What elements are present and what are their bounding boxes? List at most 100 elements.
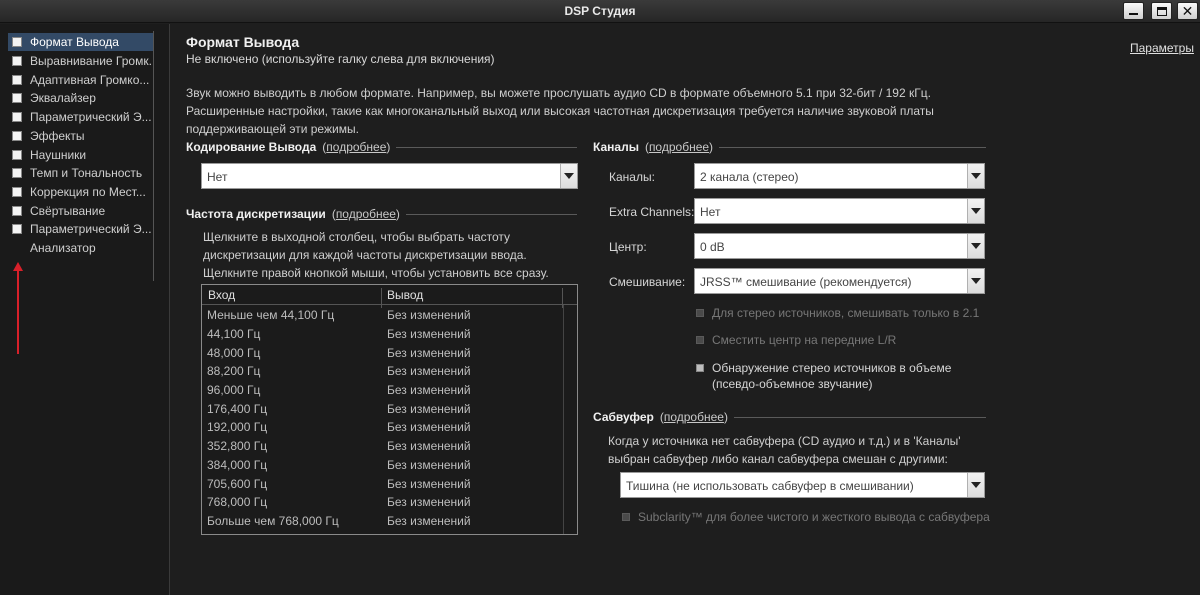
cell-output[interactable]: Без изменений — [387, 458, 471, 472]
dropdown-button[interactable] — [560, 164, 577, 188]
table-scrollbar[interactable] — [563, 305, 577, 534]
more-link[interactable]: подробнее — [664, 410, 724, 424]
sidebar-item-label: Параметрический Э... — [30, 110, 152, 124]
table-row[interactable]: 96,000 Гц Без изменений — [202, 381, 562, 400]
section-title: Частота дискретизации — [186, 207, 326, 221]
enable-checkbox[interactable] — [12, 150, 22, 160]
cell-output[interactable]: Без изменений — [387, 402, 471, 416]
sidebar-item-label: Формат Вывода — [30, 35, 119, 49]
select-value: Тишина (не использовать сабвуфер в смеши… — [626, 479, 914, 493]
chevron-down-icon — [564, 173, 574, 179]
more-link[interactable]: подробнее — [649, 140, 709, 154]
select-value: Нет — [700, 205, 721, 219]
main-panel: Формат Вывода Не включено (используйте г… — [171, 24, 1200, 595]
stereo-21-checkbox[interactable]: Для стерео источников, смешивать только … — [696, 305, 979, 321]
enable-checkbox[interactable] — [12, 56, 22, 66]
sidebar-item-volume-leveling[interactable]: Выравнивание Громк... — [8, 52, 153, 70]
table-row[interactable]: Меньше чем 44,100 Гц Без изменений — [202, 306, 562, 325]
dropdown-button[interactable] — [967, 269, 984, 293]
cell-output[interactable]: Без изменений — [387, 420, 471, 434]
table-row[interactable]: 48,000 Гц Без изменений — [202, 344, 562, 363]
close-icon: ✕ — [1181, 3, 1194, 19]
enable-checkbox[interactable] — [12, 37, 22, 47]
cell-output[interactable]: Без изменений — [387, 346, 471, 360]
center-select[interactable]: 0 dB — [694, 233, 985, 259]
more-link[interactable]: подробнее — [336, 207, 396, 221]
sidebar-item-label: Свёртывание — [30, 204, 106, 218]
sidebar-item-effects[interactable]: Эффекты — [8, 127, 153, 145]
desc-line: Щелкните в выходной столбец, чтобы выбра… — [203, 230, 511, 244]
table-row[interactable]: 352,800 Гц Без изменений — [202, 437, 562, 456]
table-row[interactable]: 192,000 Гц Без изменений — [202, 418, 562, 437]
stereo-detect-checkbox[interactable]: Обнаружение стерео источников в объеме (… — [696, 360, 951, 392]
desc-line: выбран сабвуфер либо канал сабвуфера сме… — [608, 452, 948, 466]
select-value: JRSS™ смешивание (рекомендуется) — [700, 275, 912, 289]
enable-checkbox[interactable] — [12, 206, 22, 216]
table-row[interactable]: 88,200 Гц Без изменений — [202, 362, 562, 381]
cell-input: 176,400 Гц — [207, 402, 268, 416]
samplerate-table: Вход Вывод Меньше чем 44,100 Гц Без измен… — [201, 284, 578, 535]
cell-input: Меньше чем 44,100 Гц — [207, 308, 335, 322]
dropdown-button[interactable] — [967, 234, 984, 258]
dropdown-button[interactable] — [967, 164, 984, 188]
dropdown-button[interactable] — [967, 199, 984, 223]
table-row[interactable]: 768,000 Гц Без изменений — [202, 493, 562, 512]
desc-line: Когда у источника нет сабвуфера (CD ауди… — [608, 434, 961, 448]
enable-checkbox[interactable] — [12, 75, 22, 85]
sidebar-item-headphones[interactable]: Наушники — [8, 146, 153, 164]
sidebar-item-room-correction[interactable]: Коррекция по Мест... — [8, 183, 153, 201]
sidebar-item-tempo-pitch[interactable]: Темп и Тональность — [8, 164, 153, 182]
sidebar-item-parametric-eq-2[interactable]: Параметрический Э... — [8, 220, 153, 238]
intro-text: Звук можно выводить в любом формате. Нап… — [186, 84, 956, 138]
table-row[interactable]: Больше чем 768,000 Гц Без изменений — [202, 512, 562, 531]
sidebar-item-parametric-eq[interactable]: Параметрический Э... — [8, 108, 153, 126]
sidebar-item-analyzer[interactable]: Анализатор — [8, 239, 153, 257]
table-row[interactable]: 176,400 Гц Без изменений — [202, 400, 562, 419]
section-title: Сабвуфер — [593, 410, 654, 424]
dropdown-button[interactable] — [967, 473, 984, 497]
minimize-icon — [1129, 13, 1138, 15]
maximize-button[interactable] — [1151, 2, 1172, 20]
enable-checkbox[interactable] — [12, 112, 22, 122]
subclarity-checkbox[interactable]: Subclarity™ для более чистого и жесткого… — [622, 509, 990, 525]
cell-output[interactable]: Без изменений — [387, 495, 471, 509]
center-to-lr-checkbox[interactable]: Сместить центр на передние L/R — [696, 332, 896, 348]
cell-output[interactable]: Без изменений — [387, 514, 471, 528]
extra-channels-select[interactable]: Нет — [694, 198, 985, 224]
sidebar: Формат Вывода Выравнивание Громк... Адап… — [0, 24, 170, 595]
sidebar-item-equalizer[interactable]: Эквалайзер — [8, 89, 153, 107]
table-row[interactable]: 44,100 Гц Без изменений — [202, 325, 562, 344]
minimize-button[interactable] — [1123, 2, 1144, 20]
enable-checkbox[interactable] — [12, 131, 22, 141]
enable-checkbox[interactable] — [12, 168, 22, 178]
cell-input: 48,000 Гц — [207, 346, 261, 360]
cell-output[interactable]: Без изменений — [387, 383, 471, 397]
sidebar-item-label: Наушники — [30, 148, 87, 162]
sidebar-item-convolution[interactable]: Свёртывание — [8, 202, 153, 220]
checkbox-box — [696, 364, 704, 372]
parameters-link[interactable]: Параметры — [1130, 41, 1194, 55]
extra-channels-label: Extra Channels: — [609, 205, 695, 219]
enable-checkbox[interactable] — [12, 187, 22, 197]
cell-output[interactable]: Без изменений — [387, 477, 471, 491]
cell-output[interactable]: Без изменений — [387, 364, 471, 378]
subwoofer-select[interactable]: Тишина (не использовать сабвуфер в смеши… — [620, 472, 985, 498]
divider — [719, 146, 986, 148]
table-row[interactable]: 705,600 Гц Без изменений — [202, 475, 562, 494]
encoding-section-header: Кодирование Вывода (подробнее) — [186, 139, 577, 155]
encoding-select[interactable]: Нет — [201, 163, 578, 189]
enable-checkbox[interactable] — [12, 224, 22, 234]
more-link[interactable]: подробнее — [326, 140, 386, 154]
column-header-output: Вывод — [387, 288, 424, 302]
desc-line: Щелкните правой кнопкой мыши, чтобы уста… — [203, 266, 549, 280]
table-row[interactable]: 384,000 Гц Без изменений — [202, 456, 562, 475]
mixing-select[interactable]: JRSS™ смешивание (рекомендуется) — [694, 268, 985, 294]
sidebar-item-output-format[interactable]: Формат Вывода — [8, 33, 153, 51]
sidebar-item-adaptive-volume[interactable]: Адаптивная Громко... — [8, 71, 153, 89]
enable-checkbox[interactable] — [12, 93, 22, 103]
cell-output[interactable]: Без изменений — [387, 327, 471, 341]
close-button[interactable]: ✕ — [1177, 2, 1198, 20]
channels-select[interactable]: 2 канала (стерео) — [694, 163, 985, 189]
cell-output[interactable]: Без изменений — [387, 308, 471, 322]
cell-output[interactable]: Без изменений — [387, 439, 471, 453]
